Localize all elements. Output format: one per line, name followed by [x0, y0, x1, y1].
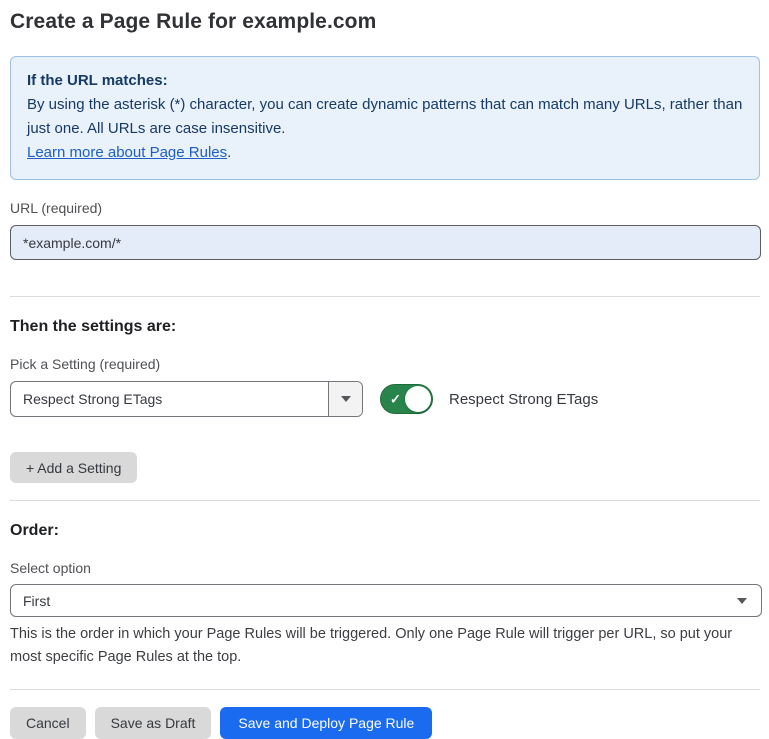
info-box-heading: If the URL matches:: [27, 69, 743, 93]
section-divider: [10, 296, 760, 297]
toggle-knob: [405, 386, 431, 412]
page-title: Create a Page Rule for example.com: [10, 10, 760, 34]
add-setting-button[interactable]: + Add a Setting: [10, 452, 137, 483]
cancel-button[interactable]: Cancel: [10, 707, 86, 739]
settings-section-heading: Then the settings are:: [10, 318, 760, 336]
check-icon: ✓: [390, 393, 401, 406]
setting-select-arrow-button[interactable]: [328, 382, 362, 416]
setting-select[interactable]: Respect Strong ETags: [10, 381, 363, 417]
order-section-heading: Order:: [10, 522, 760, 540]
section-divider: [10, 500, 760, 501]
url-field-label: URL (required): [10, 200, 760, 216]
order-select-label: Select option: [10, 560, 760, 576]
setting-toggle-label: Respect Strong ETags: [449, 391, 598, 408]
learn-more-link[interactable]: Learn more about Page Rules: [27, 144, 227, 161]
save-as-draft-button[interactable]: Save as Draft: [95, 707, 212, 739]
footer-actions: Cancel Save as Draft Save and Deploy Pag…: [10, 707, 760, 739]
save-and-deploy-button[interactable]: Save and Deploy Page Rule: [220, 707, 432, 739]
order-select-value: First: [23, 593, 50, 609]
dropdown-arrow-icon: [341, 396, 351, 402]
info-box-body: By using the asterisk (*) character, you…: [27, 93, 743, 141]
chevron-down-icon: [737, 598, 747, 604]
footer-divider: [10, 689, 760, 690]
url-match-info-box: If the URL matches: By using the asteris…: [10, 56, 760, 180]
pick-setting-label: Pick a Setting (required): [10, 356, 760, 372]
info-box-link-row: Learn more about Page Rules.: [27, 141, 743, 165]
setting-select-value: Respect Strong ETags: [11, 382, 328, 416]
order-select[interactable]: First: [10, 584, 762, 617]
setting-toggle[interactable]: ✓: [380, 384, 433, 414]
url-input[interactable]: [10, 225, 761, 260]
link-period: .: [227, 144, 231, 161]
create-page-rule-form: Create a Page Rule for example.com If th…: [0, 0, 769, 739]
setting-row: Respect Strong ETags ✓ Respect Strong ET…: [10, 381, 760, 417]
order-help-text: This is the order in which your Page Rul…: [10, 623, 760, 669]
